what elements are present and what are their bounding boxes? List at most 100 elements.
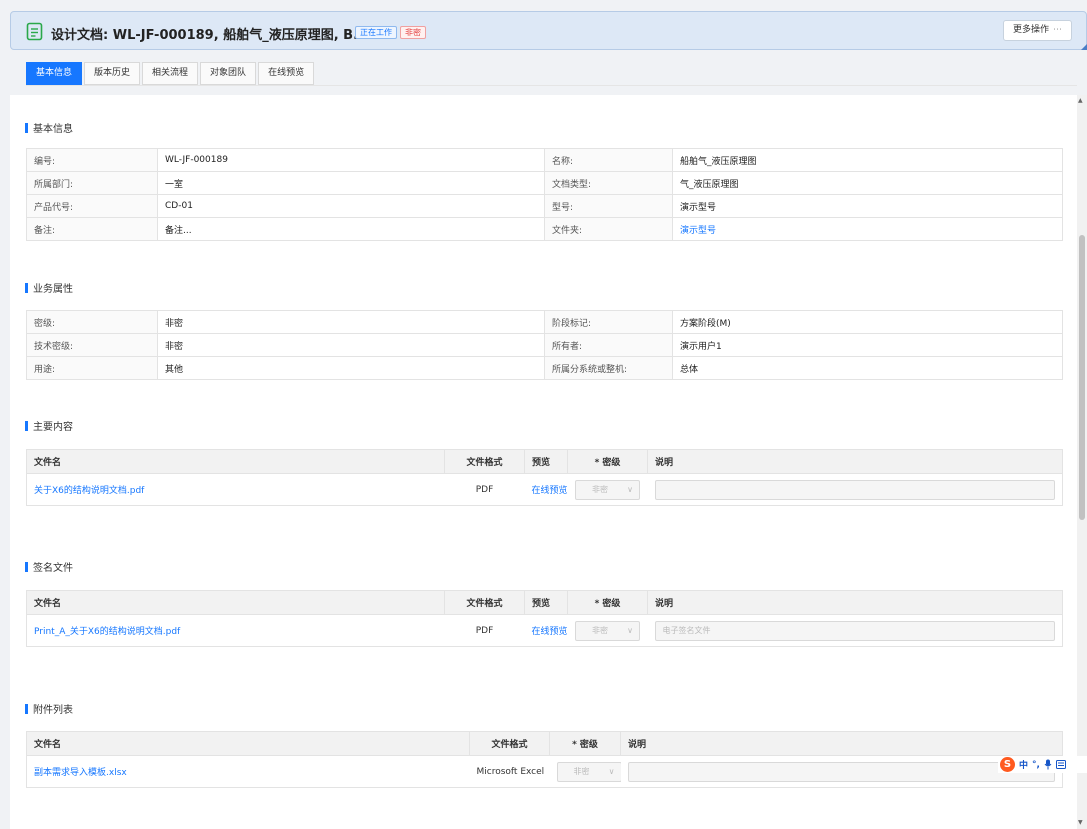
column-header-secret: * 密级 xyxy=(567,590,648,615)
filename-cell: 副本需求导入模板.xlsx xyxy=(26,755,470,788)
field-label: 产品代号: xyxy=(26,194,158,218)
scrollbar-thumb[interactable] xyxy=(1079,235,1085,520)
document-icon xyxy=(26,22,43,41)
filename-cell: 关于X6的结构说明文档.pdf xyxy=(26,473,445,506)
field-label: 编号: xyxy=(26,148,158,172)
field-label: 备注: xyxy=(26,217,158,241)
corner-triangle-icon xyxy=(1081,44,1087,50)
field-value: WL-JF-000189 xyxy=(157,148,545,172)
field-value: 总体 xyxy=(672,356,1063,380)
table-header-row: 文件名 文件格式 * 密级 说明 xyxy=(26,731,1063,756)
info-row: 所属部门: 一室 文档类型: 气_液压原理图 xyxy=(26,171,1063,195)
secret-cell: 非密 ∨ xyxy=(549,755,621,788)
file-link[interactable]: 副本需求导入模板.xlsx xyxy=(34,768,127,778)
chevron-down-icon: ∨ xyxy=(627,484,633,494)
field-label: 型号: xyxy=(544,194,673,218)
column-header-format: 文件格式 xyxy=(469,731,550,756)
file-link[interactable]: 关于X6的结构说明文档.pdf xyxy=(34,486,144,496)
tab-object-team[interactable]: 对象团队 xyxy=(200,62,257,85)
secret-level-value: 非密 xyxy=(592,484,608,494)
ime-mode[interactable]: 中 xyxy=(1019,758,1028,771)
tab-version-history[interactable]: 版本历史 xyxy=(84,62,141,85)
field-label: 文档类型: xyxy=(544,171,673,195)
keyboard-icon[interactable] xyxy=(1055,760,1066,769)
table-header-row: 文件名 文件格式 预览 * 密级 说明 xyxy=(26,590,1063,615)
info-row: 用途: 其他 所属分系统或整机: 总体 xyxy=(26,356,1063,380)
column-header-secret: * 密级 xyxy=(567,449,648,474)
description-input[interactable]: 电子签名文件 xyxy=(654,620,1055,641)
vertical-scrollbar[interactable]: ▲ ▼ xyxy=(1077,95,1087,829)
section-title-basic-info: 基本信息 xyxy=(25,120,73,135)
folder-link[interactable]: 演示型号 xyxy=(680,226,716,236)
field-label: 技术密级: xyxy=(26,333,158,357)
field-value: 气_液压原理图 xyxy=(672,171,1063,195)
info-row: 编号: WL-JF-000189 名称: 船舶气_液压原理图 xyxy=(26,148,1063,172)
business-attributes-table: 密级: 非密 阶段标记: 方案阶段(M) 技术密级: 非密 所有者: 演示用户1… xyxy=(26,310,1063,380)
tab-related-process[interactable]: 相关流程 xyxy=(142,62,199,85)
field-label: 所属部门: xyxy=(26,171,158,195)
ime-toolbar[interactable]: S 中 °, xyxy=(998,756,1087,773)
field-label: 密级: xyxy=(26,310,158,334)
column-header-filename: 文件名 xyxy=(26,731,470,756)
chevron-down-icon: ∨ xyxy=(608,766,615,776)
format-cell: PDF xyxy=(444,614,525,647)
field-value: 非密 xyxy=(157,333,545,357)
document-header: 设计文档: WL-JF-000189, 船舶气_液压原理图, B.1 正在工作 … xyxy=(10,11,1087,50)
column-header-format: 文件格式 xyxy=(444,590,525,615)
secret-level-value: 非密 xyxy=(592,625,608,635)
tab-online-preview[interactable]: 在线预览 xyxy=(258,62,315,85)
info-row: 技术密级: 非密 所有者: 演示用户1 xyxy=(26,333,1063,357)
field-value: 方案阶段(M) xyxy=(672,310,1063,334)
field-value: 非密 xyxy=(157,310,545,334)
field-label: 文件夹: xyxy=(544,217,673,241)
file-link[interactable]: Print_A_关于X6的结构说明文档.pdf xyxy=(34,627,180,637)
table-header-row: 文件名 文件格式 预览 * 密级 说明 xyxy=(26,449,1063,474)
field-value: 演示用户1 xyxy=(672,333,1063,357)
sogou-logo-icon[interactable]: S xyxy=(1000,757,1015,772)
scroll-up-icon[interactable]: ▲ xyxy=(1078,97,1083,104)
section-title-signature: 签名文件 xyxy=(25,559,73,574)
secret-level-select[interactable]: 非密 ∨ xyxy=(575,479,640,500)
section-title-business: 业务属性 xyxy=(25,280,73,295)
filename-cell: Print_A_关于X6的结构说明文档.pdf xyxy=(26,614,445,647)
online-preview-link[interactable]: 在线预览 xyxy=(532,627,568,637)
main-content-panel: 基本信息 编号: WL-JF-000189 名称: 船舶气_液压原理图 所属部门… xyxy=(10,95,1077,829)
preview-cell: 在线预览 xyxy=(524,614,568,647)
signature-table: 文件名 文件格式 预览 * 密级 说明 Print_A_关于X6的结构说明文档.… xyxy=(26,590,1063,647)
secret-level-select[interactable]: 非密 ∨ xyxy=(556,761,621,782)
more-actions-label: 更多操作 xyxy=(1012,25,1049,35)
column-header-description: 说明 xyxy=(620,731,1063,756)
section-title-main-content: 主要内容 xyxy=(25,418,73,433)
scroll-down-icon[interactable]: ▼ xyxy=(1078,819,1083,826)
description-cell xyxy=(620,755,1063,788)
field-value: 其他 xyxy=(157,356,545,380)
secret-level-select[interactable]: 非密 ∨ xyxy=(575,620,640,641)
column-header-filename: 文件名 xyxy=(26,449,445,474)
ime-punctuation[interactable]: °, xyxy=(1032,760,1040,770)
description-input[interactable] xyxy=(627,761,1055,782)
more-dots-icon: ⋯ xyxy=(1053,25,1062,35)
info-row: 备注: 备注... 文件夹: 演示型号 xyxy=(26,217,1063,241)
page-title: 设计文档: WL-JF-000189, 船舶气_液压原理图, B.1 xyxy=(51,28,368,43)
tabs-divider xyxy=(26,85,1077,86)
column-header-description: 说明 xyxy=(647,590,1063,615)
more-actions-button[interactable]: 更多操作 ⋯ xyxy=(1002,20,1072,41)
field-value: 演示型号 xyxy=(672,194,1063,218)
microphone-icon[interactable] xyxy=(1044,759,1052,770)
column-header-format: 文件格式 xyxy=(444,449,525,474)
field-value: 备注... xyxy=(157,217,545,241)
field-value: 一室 xyxy=(157,171,545,195)
format-cell: Microsoft Excel xyxy=(469,755,550,788)
field-label: 所属分系统或整机: xyxy=(544,356,673,380)
preview-cell: 在线预览 xyxy=(524,473,568,506)
format-cell: PDF xyxy=(444,473,525,506)
description-input[interactable] xyxy=(654,479,1055,500)
tab-basic-info[interactable]: 基本信息 xyxy=(26,62,83,85)
online-preview-link[interactable]: 在线预览 xyxy=(532,486,568,496)
info-row: 密级: 非密 阶段标记: 方案阶段(M) xyxy=(26,310,1063,334)
tab-bar: 基本信息 版本历史 相关流程 对象团队 在线预览 xyxy=(26,62,316,85)
section-title-attachments: 附件列表 xyxy=(25,701,73,716)
folder-link-cell: 演示型号 xyxy=(672,217,1063,241)
secret-level-value: 非密 xyxy=(573,766,590,776)
field-label: 所有者: xyxy=(544,333,673,357)
